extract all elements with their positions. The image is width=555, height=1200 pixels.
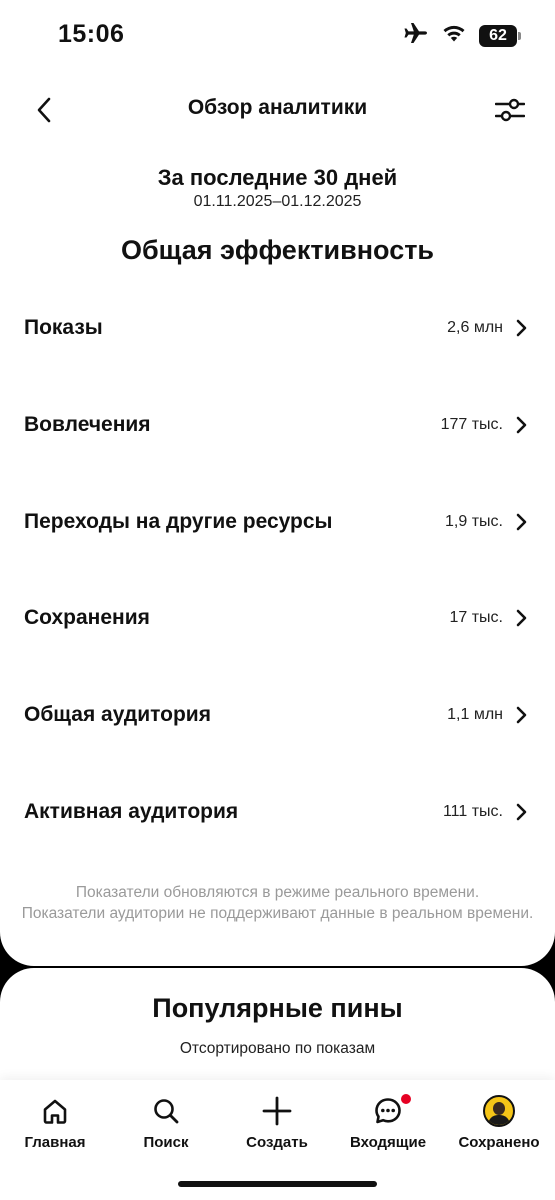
tab-create[interactable]: Создать: [222, 1094, 332, 1151]
battery-icon: 62: [479, 24, 521, 47]
metric-label: Показы: [24, 316, 103, 339]
avatar-wrap: [483, 1094, 515, 1128]
chevron-right-icon: [515, 415, 529, 435]
period-dates: 01.11.2025–01.12.2025: [193, 193, 362, 210]
popular-pins-sort: Отсортировано по показам: [179, 1040, 376, 1057]
wifi-icon: [441, 23, 467, 48]
period-title: За последние 30 дней: [157, 165, 398, 190]
tab-label: Сохранено: [458, 1134, 540, 1151]
metric-label: Вовлечения: [24, 413, 151, 436]
overall-performance-title: Общая эффективность: [120, 235, 435, 265]
page-title: Обзор аналитики: [187, 96, 368, 119]
metric-value: 17 тыс.: [449, 609, 503, 626]
note-line: Показатели обновляются в режиме реальног…: [75, 884, 480, 901]
metric-row-impressions[interactable]: Показы 2,6 млн: [0, 298, 555, 358]
tab-label: Главная: [24, 1134, 86, 1151]
chevron-right-icon: [515, 608, 529, 628]
plus-icon: [262, 1094, 292, 1128]
tab-label: Поиск: [143, 1134, 189, 1151]
airplane-icon: [403, 22, 429, 49]
metric-label: Активная аудитория: [24, 800, 239, 823]
metric-row-outbound-clicks[interactable]: Переходы на другие ресурсы 1,9 тыс.: [0, 492, 555, 552]
notification-dot: [401, 1094, 411, 1104]
realtime-note: Показатели обновляются в режиме реальног…: [10, 882, 545, 924]
popular-pins-title: Популярные пины: [152, 993, 403, 1023]
metric-label: Переходы на другие ресурсы: [24, 510, 333, 533]
metric-label: Сохранения: [24, 606, 150, 629]
metric-value: 1,9 тыс.: [445, 513, 503, 530]
metric-row-engagements[interactable]: Вовлечения 177 тыс.: [0, 395, 555, 455]
metric-row-total-audience[interactable]: Общая аудитория 1,1 млн: [0, 685, 555, 745]
filter-sliders-icon: [495, 98, 525, 122]
note-line: Показатели аудитории не поддерживают дан…: [21, 905, 534, 922]
search-icon: [152, 1094, 180, 1128]
metric-label: Общая аудитория: [24, 703, 211, 726]
status-time: 15:06: [58, 20, 125, 48]
avatar: [483, 1095, 515, 1127]
metric-value: 1,1 млн: [447, 706, 503, 723]
metric-row-saves[interactable]: Сохранения 17 тыс.: [0, 588, 555, 648]
chevron-right-icon: [515, 705, 529, 725]
home-indicator: [178, 1181, 377, 1187]
metric-value: 177 тыс.: [440, 416, 503, 433]
chat-icon: [373, 1094, 411, 1128]
chevron-right-icon: [515, 318, 529, 338]
status-icons: 62: [403, 22, 521, 49]
metric-row-engaged-audience[interactable]: Активная аудитория 111 тыс.: [0, 782, 555, 842]
tab-search[interactable]: Поиск: [111, 1094, 221, 1151]
tab-label: Входящие: [349, 1134, 427, 1151]
tab-inbox[interactable]: Входящие: [333, 1094, 443, 1151]
metric-value: 111 тыс.: [442, 803, 503, 820]
chevron-right-icon: [515, 802, 529, 822]
tab-home[interactable]: Главная: [0, 1094, 110, 1151]
filter-button[interactable]: [493, 94, 527, 126]
metric-value: 2,6 млн: [447, 319, 503, 336]
home-icon: [41, 1094, 69, 1128]
chevron-right-icon: [515, 512, 529, 532]
tab-saved[interactable]: Сохранено: [444, 1094, 554, 1151]
tab-label: Создать: [246, 1134, 308, 1151]
